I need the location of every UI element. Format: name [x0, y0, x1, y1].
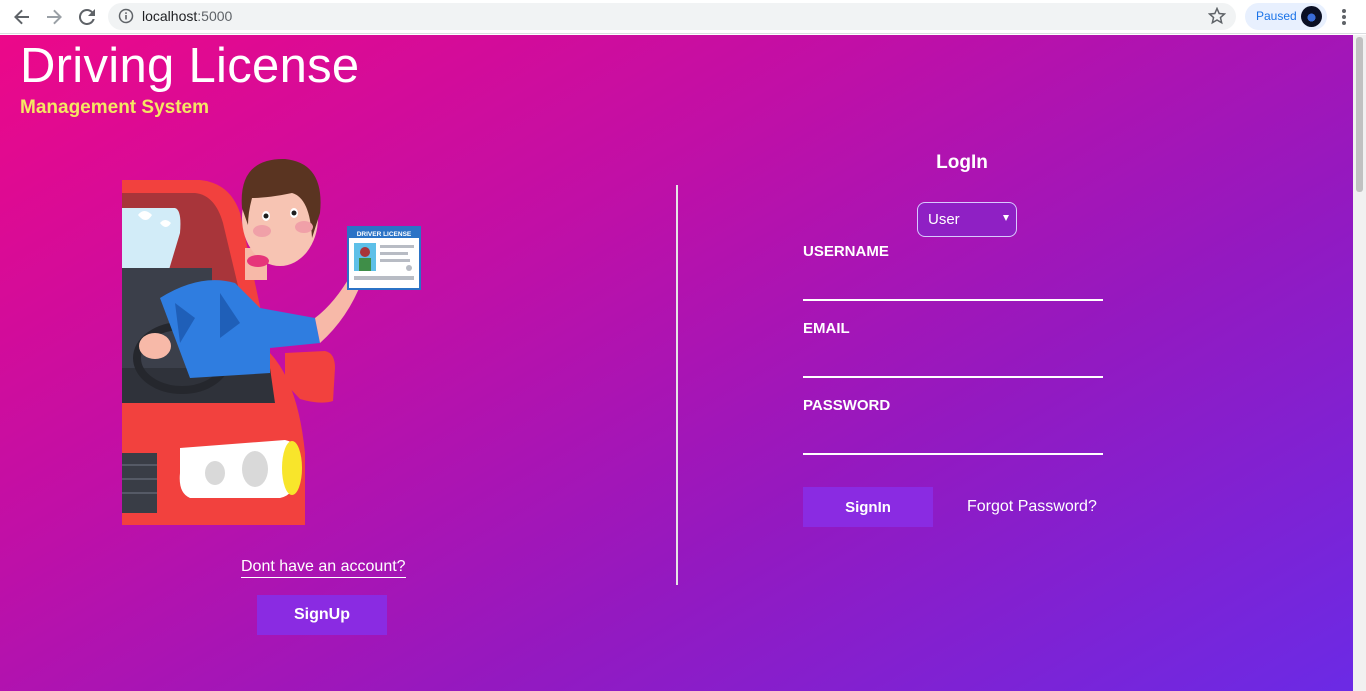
vertical-divider — [676, 185, 678, 585]
menu-dots-icon[interactable] — [1336, 6, 1352, 28]
password-label: PASSWORD — [803, 397, 891, 414]
role-select[interactable]: User — [917, 202, 1017, 237]
forgot-password-link[interactable]: Forgot Password? — [967, 498, 1097, 516]
page-title: Driving License — [20, 39, 360, 93]
signin-button[interactable]: SignIn — [803, 487, 933, 527]
url-port: :5000 — [197, 8, 233, 24]
driver-illustration: DRIVER LICENSE — [122, 158, 421, 525]
page-content: Driving License Management System DRIVER… — [0, 35, 1353, 691]
forward-arrow-icon[interactable] — [42, 5, 66, 29]
scrollbar-thumb[interactable] — [1356, 37, 1363, 192]
no-account-link[interactable]: Dont have an account? — [241, 558, 406, 578]
profile-status-label: Paused — [1256, 9, 1297, 23]
url-host: localhost — [142, 8, 198, 24]
card-title: DRIVER LICENSE — [357, 231, 412, 238]
page-scrollbar[interactable] — [1353, 35, 1366, 691]
role-select-value: User — [928, 211, 960, 228]
star-icon[interactable] — [1207, 6, 1227, 30]
email-label: EMAIL — [803, 320, 850, 337]
password-field[interactable] — [803, 425, 1103, 455]
signup-button[interactable]: SignUp — [257, 595, 387, 635]
login-title: LogIn — [936, 152, 988, 173]
info-icon[interactable] — [118, 8, 134, 29]
address-bar[interactable]: localhost:5000 — [108, 3, 1236, 30]
license-card-icon: DRIVER LICENSE — [347, 226, 421, 290]
url-text: localhost:5000 — [142, 8, 232, 24]
page-subtitle: Management System — [20, 97, 210, 118]
profile-status-button[interactable]: Paused — [1245, 3, 1327, 30]
chevron-down-icon — [1003, 215, 1009, 221]
reload-icon[interactable] — [75, 5, 99, 29]
back-arrow-icon[interactable] — [10, 5, 34, 29]
username-label: USERNAME — [803, 243, 889, 260]
username-field[interactable] — [803, 271, 1103, 301]
avatar — [1301, 6, 1322, 27]
browser-toolbar: localhost:5000 Paused — [0, 0, 1366, 34]
email-field[interactable] — [803, 348, 1103, 378]
